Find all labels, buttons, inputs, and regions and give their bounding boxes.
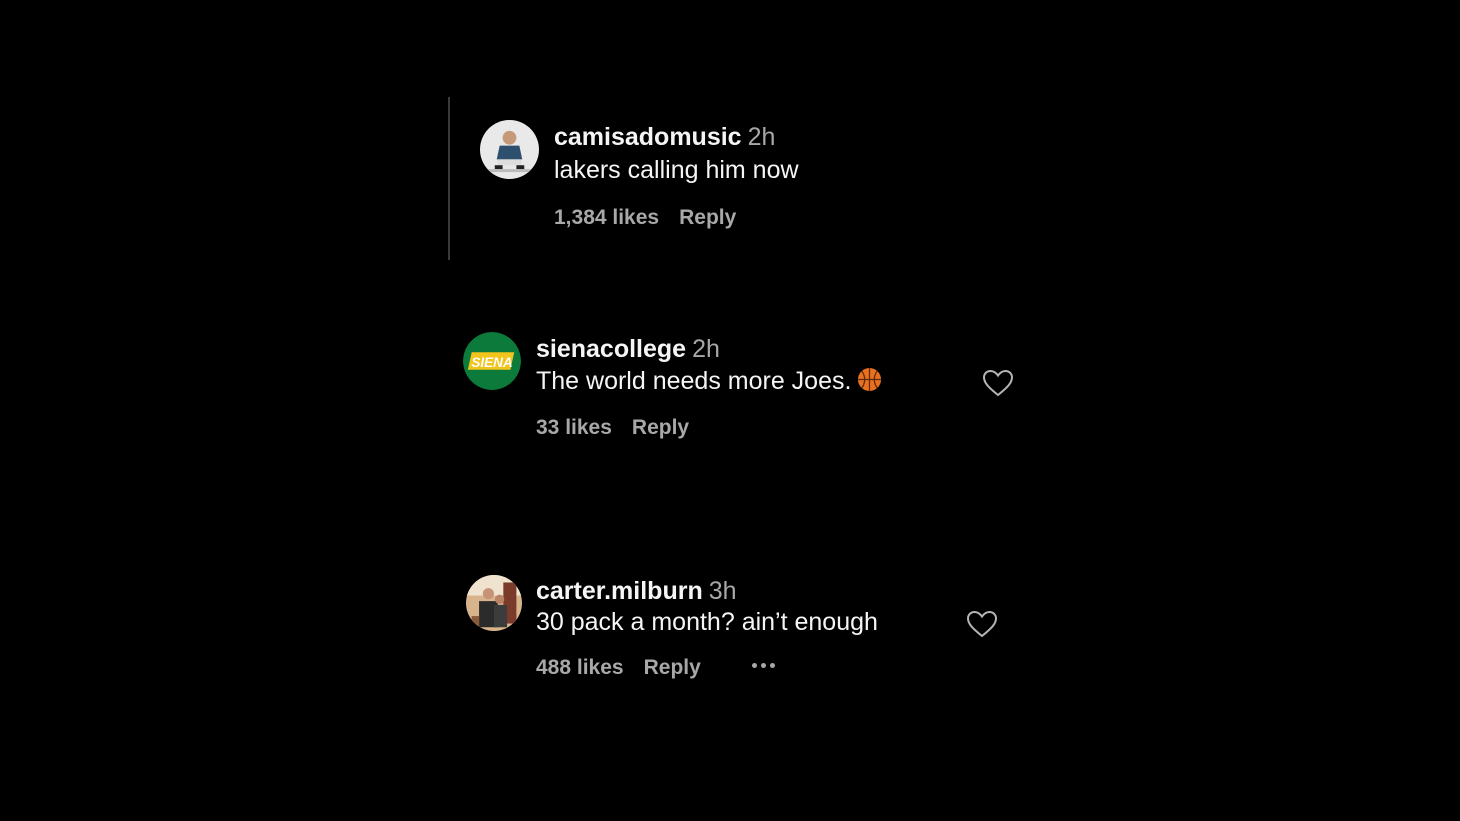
- likes-count[interactable]: 488 likes: [536, 656, 624, 679]
- comment-text: lakers calling him now: [554, 156, 799, 184]
- comment-text: The world needs more Joes.: [536, 367, 852, 395]
- reply-button[interactable]: Reply: [679, 206, 736, 229]
- comment-time: 3h: [708, 577, 737, 605]
- comment-header: sienacollege 2h: [536, 334, 720, 364]
- more-options-dot: [761, 663, 766, 668]
- more-options-button[interactable]: [752, 663, 775, 668]
- basketball-emoji-icon: [858, 367, 882, 392]
- comment-text-row: The world needs more Joes.: [536, 366, 882, 396]
- comment-text: 30 pack a month? ain’t enough: [536, 608, 878, 636]
- comment-time: 2h: [747, 123, 776, 151]
- more-options-dot: [770, 663, 775, 668]
- comment-meta: 33 likes Reply: [536, 415, 689, 441]
- comment-meta: 488 likes Reply: [536, 655, 701, 681]
- reply-thread-line: [448, 97, 450, 260]
- username[interactable]: camisadomusic: [554, 123, 742, 151]
- more-options-dot: [752, 663, 757, 668]
- comment-time: 2h: [692, 335, 720, 363]
- comment-header: carter.milburn 3h: [536, 576, 737, 606]
- comment-header: camisadomusic 2h: [554, 122, 775, 152]
- comment-meta: 1,384 likes Reply: [554, 205, 736, 231]
- user-photo-icon: [480, 120, 539, 179]
- siena-logo-icon: SIENA: [463, 332, 521, 390]
- svg-text:SIENA: SIENA: [471, 355, 512, 370]
- avatar[interactable]: [480, 120, 539, 179]
- likes-count[interactable]: 1,384 likes: [554, 206, 659, 229]
- reply-button[interactable]: Reply: [644, 656, 701, 679]
- like-button[interactable]: [982, 368, 1014, 398]
- like-button[interactable]: [966, 609, 998, 639]
- avatar[interactable]: SIENA: [463, 332, 521, 390]
- username[interactable]: carter.milburn: [536, 577, 703, 605]
- user-photo-icon: [466, 575, 522, 631]
- username[interactable]: sienacollege: [536, 335, 686, 363]
- likes-count[interactable]: 33 likes: [536, 416, 612, 439]
- avatar[interactable]: [466, 575, 522, 631]
- reply-button[interactable]: Reply: [632, 416, 689, 439]
- heart-outline-icon: [966, 610, 998, 638]
- heart-outline-icon: [982, 369, 1014, 397]
